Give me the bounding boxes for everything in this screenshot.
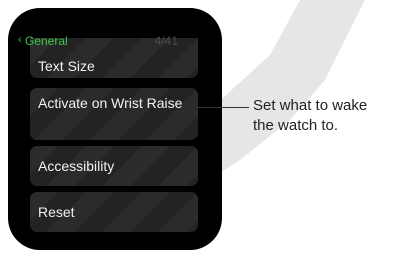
callout-leader-line (195, 107, 249, 108)
chevron-left-icon[interactable]: ‹ (18, 33, 22, 47)
status-bar: ‹ General 4/41 (18, 34, 178, 48)
watch-frame: ‹ General 4/41 Text Size Activate on Wri… (8, 8, 222, 250)
menu-item-label: Activate on Wrist Raise (38, 95, 183, 111)
callout-line-2: the watch to. (253, 117, 339, 134)
back-button[interactable]: General (25, 34, 68, 48)
menu-item-label: Text Size (38, 58, 95, 74)
callout-line-1: Set what to wake (253, 97, 368, 114)
menu-item-label: Reset (38, 204, 75, 220)
page-count: 4/41 (154, 34, 178, 48)
menu-item-accessibility[interactable]: Accessibility (30, 146, 198, 186)
menu-item-label: Accessibility (38, 158, 115, 174)
illustration: ‹ General 4/41 Text Size Activate on Wri… (0, 0, 407, 254)
menu-item-activate-on-wrist-raise[interactable]: Activate on Wrist Raise (30, 88, 198, 140)
callout-text: Set what to wake the watch to. (253, 96, 403, 136)
menu-item-reset[interactable]: Reset (30, 192, 198, 232)
